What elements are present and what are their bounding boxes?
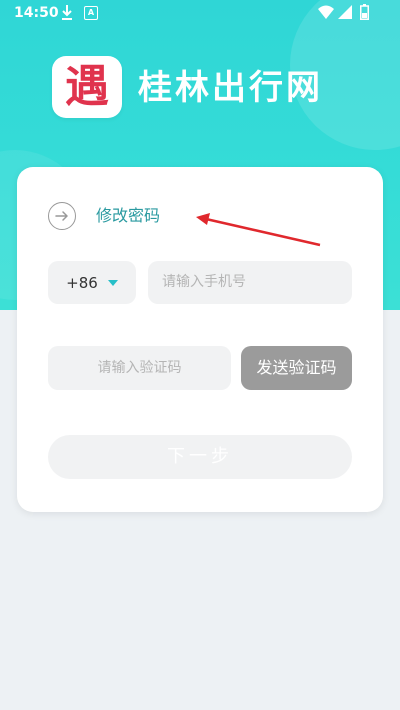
wifi-icon: [318, 5, 334, 19]
verification-code-input[interactable]: 请输入验证码: [48, 346, 231, 390]
status-bar: 14:50 A: [0, 0, 400, 28]
app-logo: 遇: [52, 56, 122, 118]
a-notification-icon: A: [84, 6, 98, 20]
next-step-button[interactable]: 下一步: [48, 435, 352, 479]
country-code-select[interactable]: +86: [48, 261, 136, 304]
signal-icon: [338, 5, 352, 19]
arrow-right-icon: [55, 211, 68, 221]
download-icon: [62, 5, 72, 20]
send-code-button[interactable]: 发送验证码: [241, 346, 352, 390]
annotation-arrow-icon: [196, 213, 321, 247]
phone-input[interactable]: 请输入手机号: [148, 261, 352, 304]
battery-icon: [360, 4, 369, 20]
page-title: 修改密码: [96, 206, 161, 225]
status-time: 14:50: [14, 5, 59, 21]
app-title: 桂林出行网: [138, 68, 323, 108]
caret-down-icon: [107, 279, 118, 286]
country-code-value: +86: [66, 273, 98, 292]
logo-glyph: 遇: [65, 61, 109, 112]
arrow-right-circle-icon[interactable]: [48, 202, 76, 230]
